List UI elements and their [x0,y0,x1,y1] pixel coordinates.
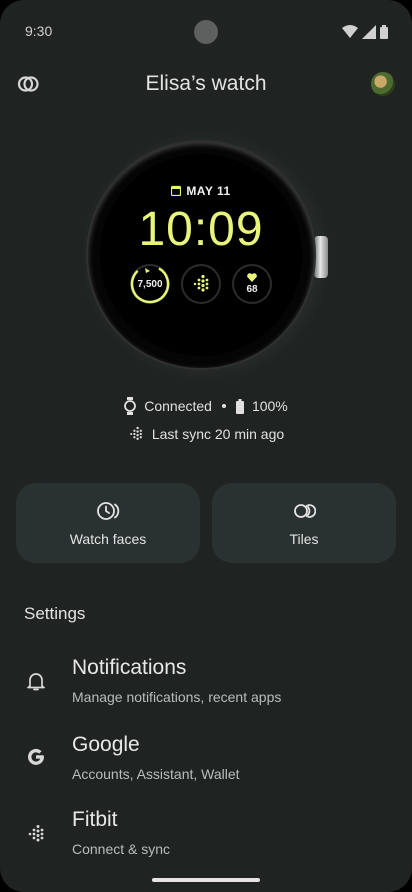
battery-full-icon [235,398,244,414]
sync-status: Last sync 20 min ago [0,424,412,444]
fitbit-title: Fitbit [72,808,118,831]
avatar[interactable] [371,72,395,96]
page-title: Elisa’s watch [145,72,267,95]
notifications-subtitle: Manage notifications, recent apps [72,689,282,705]
signal-icon [362,25,376,39]
status-icons [342,24,388,40]
last-sync-text: Last sync 20 min ago [151,426,285,442]
battery-icon [380,25,388,39]
watch-faces-button[interactable]: Watch faces [16,483,200,563]
heart-rate-value: 68 [246,284,258,295]
battery-level: 100% [251,398,288,414]
fitbit-icon [24,822,48,846]
tiles-label: Tiles [289,531,319,547]
tiles-button[interactable]: Tiles [212,483,396,563]
steps-value: 7,500 [137,278,163,290]
status-bar: 9:30 [0,0,412,64]
watch-crown [314,236,328,278]
fitbit-icon [193,274,209,292]
notifications-title: Notifications [72,656,187,679]
calendar-icon [171,185,182,196]
status-time: 9:30 [25,23,53,39]
settings-item-google[interactable]: Google Accounts, Assistant, Wallet [0,731,412,801]
connection-status: Connected 100% [0,396,412,416]
google-subtitle: Accounts, Assistant, Wallet [72,766,240,782]
google-icon [24,745,48,769]
settings-heading: Settings [24,604,86,623]
settings-item-fitbit[interactable]: Fitbit Connect & sync [0,806,412,876]
watch-screen: MAY 11 10:09 7,500 68 [100,154,302,356]
front-camera [194,20,218,44]
watch-icon [124,397,137,415]
tiles-icon [294,504,316,518]
watch-date-text: MAY 11 [186,184,231,198]
steps-complication: 7,500 [130,264,170,304]
app-header: Elisa’s watch [0,64,412,104]
watch-time: 10:09 [138,203,264,256]
watch-faces-label: Watch faces [69,531,147,547]
connection-text: Connected [144,398,212,414]
watch-faces-icon [97,502,120,520]
phone-screen: 9:30 Elisa’s watch MAY 11 10:09 7,500 68… [0,0,412,892]
watch-date: MAY 11 [100,184,302,198]
google-title: Google [72,733,140,756]
bell-icon [24,669,48,693]
fitbit-sync-icon [130,426,142,440]
wifi-icon [342,25,358,38]
watch-preview: MAY 11 10:09 7,500 68 [82,132,330,380]
heart-icon [247,273,257,282]
fitbit-subtitle: Connect & sync [72,841,171,857]
home-indicator[interactable] [152,878,260,882]
heart-rate-complication: 68 [232,264,272,304]
settings-item-notifications[interactable]: Notifications Manage notifications, rece… [0,654,412,724]
separator-dot [221,404,226,408]
fitbit-complication [181,264,221,304]
